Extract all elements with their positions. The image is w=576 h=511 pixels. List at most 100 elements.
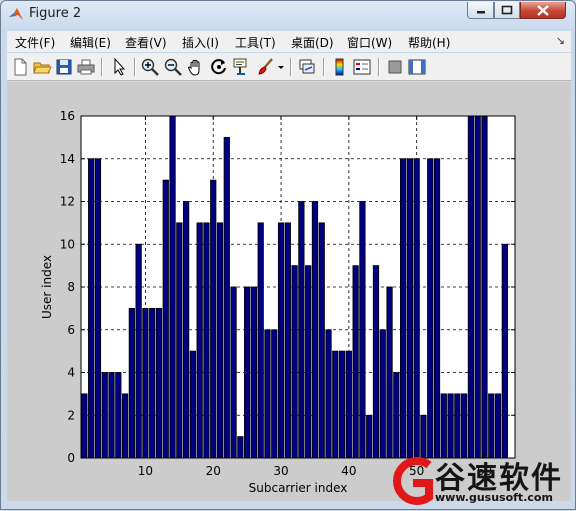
bar-subcarrier-27	[257, 222, 264, 459]
bar-subcarrier-6	[115, 372, 122, 459]
bar-subcarrier-19	[203, 222, 210, 459]
maximize-button[interactable]	[494, 2, 520, 19]
bar-subcarrier-11	[149, 307, 156, 459]
x-tick-label: 30	[273, 464, 288, 478]
new-figure-button[interactable]	[10, 57, 30, 77]
bar-subcarrier-38	[332, 350, 339, 459]
bar-subcarrier-13	[162, 179, 169, 459]
close-icon	[537, 5, 549, 16]
bar-chart: 10 20 30 40 50 600246810121416 Subcarrier ind…	[40, 109, 516, 495]
window-title: Figure 2	[29, 6, 82, 21]
rotate-3d-button[interactable]	[209, 57, 229, 77]
menu-desktop[interactable]: 桌面(D)	[291, 34, 334, 51]
bar-subcarrier-58	[467, 115, 475, 459]
show-plot-tools-button[interactable]	[407, 57, 427, 77]
bar-subcarrier-30	[277, 222, 285, 459]
bar-subcarrier-15	[176, 222, 183, 459]
toolbar-separator	[323, 58, 325, 76]
print-button[interactable]	[76, 57, 96, 77]
menu-view[interactable]: 查看(V)	[125, 34, 167, 51]
brush-dropdown[interactable]	[276, 57, 286, 77]
bar-subcarrier-10	[142, 307, 149, 459]
bar-subcarrier-36	[318, 222, 325, 459]
legend-icon	[353, 59, 371, 75]
title-bar[interactable]: Figure 2	[1, 1, 575, 29]
edit-plot-button[interactable]	[109, 57, 129, 77]
bar-subcarrier-16	[182, 201, 190, 459]
bar-subcarrier-33	[298, 201, 305, 459]
bar-subcarrier-35	[311, 201, 319, 459]
bar-subcarrier-44	[372, 265, 380, 459]
menu-tools[interactable]: 工具(T)	[235, 34, 276, 51]
edit-plot-arrow-icon	[114, 57, 126, 76]
bar-subcarrier-47	[393, 372, 400, 459]
link-plot-icon	[299, 59, 315, 74]
bar-subcarrier-54	[440, 393, 447, 459]
bar-subcarrier-50	[413, 158, 420, 459]
bar-subcarrier-48	[399, 158, 407, 459]
menu-file[interactable]: 文件(F)	[15, 34, 55, 51]
open-file-button[interactable]	[32, 57, 52, 77]
toolbar-separator	[378, 58, 380, 76]
figure-toolbar	[7, 53, 571, 81]
zoom-out-button[interactable]	[163, 57, 183, 77]
y-tick-label: 4	[67, 366, 75, 380]
toolbar-separator	[290, 58, 292, 76]
data-cursor-button[interactable]	[232, 57, 252, 77]
minimize-button[interactable]	[467, 2, 494, 19]
y-tick-label: 16	[60, 109, 75, 123]
link-plot-button[interactable]	[297, 57, 317, 77]
figure-window: Figure 2 文件(F) 编辑(E) 查看(V) 插入(I) 工具(T) 桌…	[0, 0, 576, 510]
x-tick-label: 40	[341, 464, 356, 478]
bar-subcarrier-23	[230, 286, 237, 459]
maximize-icon	[501, 5, 513, 15]
colorbar-button[interactable]	[330, 57, 350, 77]
brush-button[interactable]	[256, 57, 276, 77]
bar-subcarrier-1	[81, 393, 88, 459]
dock-arrow-icon[interactable]: ↘	[556, 34, 565, 47]
bar-subcarrier-37	[325, 329, 332, 459]
watermark-url: www.gususoft.com	[435, 491, 553, 504]
bar-subcarrier-49	[406, 158, 414, 459]
menu-insert[interactable]: 插入(I)	[182, 34, 219, 51]
bar-subcarrier-7	[121, 393, 129, 459]
bar-subcarrier-52	[427, 158, 434, 459]
bar-subcarrier-28	[264, 329, 271, 459]
brush-dropdown-icon	[278, 66, 284, 69]
hide-plot-tools-button[interactable]	[385, 57, 405, 77]
bar-subcarrier-26	[250, 286, 258, 459]
bar-subcarrier-34	[305, 265, 312, 459]
menu-edit[interactable]: 编辑(E)	[70, 34, 111, 51]
watermark: 谷速软件 www.gususoft.com	[383, 451, 576, 511]
show-plot-tools-icon	[408, 59, 426, 75]
save-button[interactable]	[54, 57, 74, 77]
brush-icon	[258, 58, 273, 75]
bar-subcarrier-24	[237, 436, 244, 459]
menu-help[interactable]: 帮助(H)	[408, 34, 450, 51]
bar-subcarrier-45	[379, 329, 386, 459]
bar-subcarrier-4	[101, 372, 108, 459]
x-tick-label: 20	[206, 464, 221, 478]
y-tick-label: 10	[60, 237, 75, 251]
x-tick-label: 10	[138, 464, 153, 478]
bar-subcarrier-59	[474, 115, 481, 459]
bar-subcarrier-3	[94, 158, 102, 459]
bar-subcarrier-9	[135, 243, 142, 459]
menu-window[interactable]: 窗口(W)	[347, 34, 392, 51]
bar-subcarrier-2	[88, 158, 95, 459]
bar-subcarrier-21	[216, 222, 224, 459]
zoom-in-icon	[141, 58, 159, 76]
figure-canvas: 10 20 30 40 50 60 0 2 4 6 8 10 12 14 16 Subcarrier ind…	[7, 82, 571, 501]
close-button[interactable]	[520, 2, 566, 19]
bar-subcarrier-42	[359, 201, 366, 459]
menu-bar: 文件(F) 编辑(E) 查看(V) 插入(I) 工具(T) 桌面(D) 窗口(W…	[7, 31, 571, 52]
bar-subcarrier-46	[386, 286, 393, 459]
zoom-in-button[interactable]	[140, 57, 160, 77]
toolbar-separator	[101, 58, 103, 76]
legend-button[interactable]	[352, 57, 372, 77]
y-tick-label: 14	[60, 152, 75, 166]
bar-subcarrier-12	[155, 307, 163, 459]
bar-subcarrier-14	[169, 115, 176, 459]
pan-button[interactable]	[186, 57, 206, 77]
bar-subcarrier-40	[345, 350, 352, 459]
